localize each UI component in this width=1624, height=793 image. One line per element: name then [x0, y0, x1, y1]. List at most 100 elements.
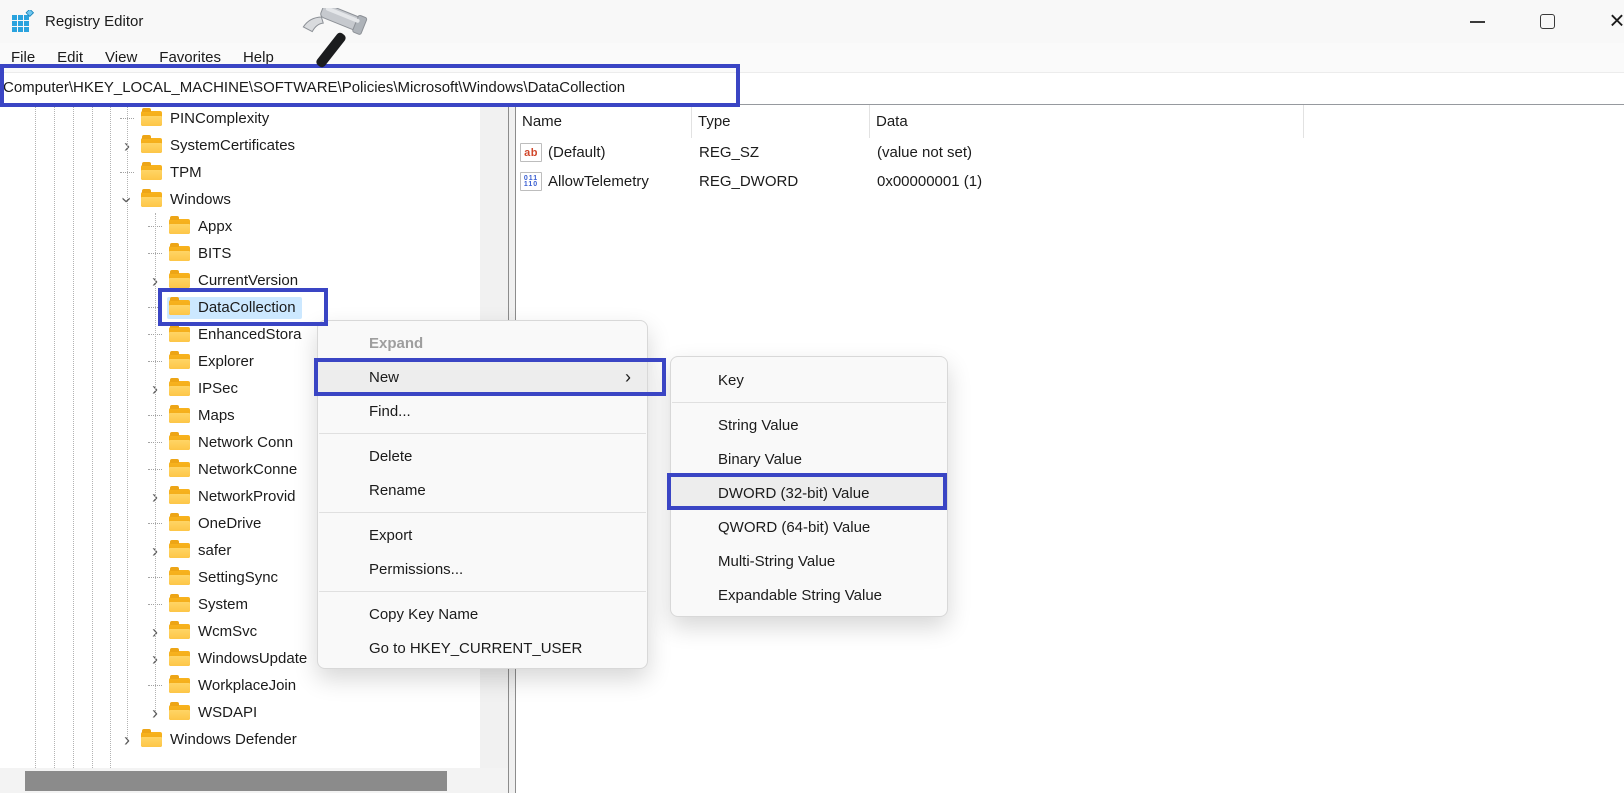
horizontal-scrollbar-thumb[interactable] [25, 771, 447, 791]
maximize-button[interactable] [1512, 0, 1582, 43]
tree-item-tpm[interactable]: TPM [0, 159, 480, 186]
tree-item-content: EnhancedStora [167, 324, 307, 346]
menu-item-label: Multi-String Value [718, 553, 835, 570]
context-menu-item-copy-key-name[interactable]: Copy Key Name [318, 597, 647, 631]
tree-item-datacollection[interactable]: DataCollection [0, 294, 480, 321]
context-menu-item-delete[interactable]: Delete [318, 439, 647, 473]
tree-item-content: TPM [139, 162, 208, 184]
tree-item-label: OneDrive [198, 515, 261, 532]
tree-item-label: Appx [198, 218, 232, 235]
menu-item-label: Expandable String Value [718, 587, 882, 604]
chevron-down-icon[interactable]: › [118, 188, 136, 212]
folder-icon [169, 597, 190, 612]
menu-separator [319, 591, 646, 592]
submenu-item-key[interactable]: Key [671, 363, 947, 397]
tree-item-label: SystemCertificates [170, 137, 295, 154]
tree-item-label: BITS [198, 245, 231, 262]
menu-separator [319, 512, 646, 513]
context-menu-item-find[interactable]: Find... [318, 394, 647, 428]
tree-item-label: DataCollection [198, 299, 296, 316]
tree-item-bits[interactable]: BITS [0, 240, 480, 267]
tree-item-pincomplexity[interactable]: PINComplexity [0, 105, 480, 132]
tree-item-content: IPSec [167, 378, 244, 400]
value-name-cell: ab(Default) [516, 143, 692, 162]
tree-item-appx[interactable]: Appx [0, 213, 480, 240]
submenu-item-multi-string-value[interactable]: Multi-String Value [671, 544, 947, 578]
menu-favorites[interactable]: Favorites [148, 46, 232, 69]
submenu-item-string-value[interactable]: String Value [671, 408, 947, 442]
tree-item-label: Network Conn [198, 434, 293, 451]
value-name: AllowTelemetry [548, 173, 649, 190]
tree-item-wsdapi[interactable]: ›WSDAPI [0, 699, 480, 726]
menu-separator [319, 433, 646, 434]
value-data: 0x00000001 (1) [870, 173, 1304, 190]
menu-file[interactable]: File [0, 46, 46, 69]
tree-item-label: WindowsUpdate [198, 650, 307, 667]
menu-item-label: New [369, 369, 399, 386]
context-menu-item-expand[interactable]: Expand [318, 326, 647, 360]
submenu-item-expandable-string-value[interactable]: Expandable String Value [671, 578, 947, 612]
tree-item-systemcertificates[interactable]: ›SystemCertificates [0, 132, 480, 159]
context-menu: ExpandNew›Find... Delete Rename Export Permi… [317, 320, 648, 669]
address-bar[interactable]: Computer\HKEY_LOCAL_MACHINE\SOFTWARE\Pol… [0, 72, 1624, 106]
column-header-name[interactable]: Name [516, 105, 692, 138]
menu-item-label: Rename [369, 482, 426, 499]
horizontal-scrollbar[interactable] [0, 768, 516, 793]
tree-item-windows[interactable]: ›Windows [0, 186, 480, 213]
title-bar: Registry Editor × [0, 0, 1624, 43]
menu-item-label: Go to HKEY_CURRENT_USER [369, 640, 582, 657]
submenu-item-qword-64-bit-value[interactable]: QWORD (64-bit) Value [671, 510, 947, 544]
context-menu-item-go-to-hkey-current-user[interactable]: Go to HKEY_CURRENT_USER [318, 631, 647, 665]
menu-item-label: Key [718, 372, 744, 389]
folder-icon [169, 246, 190, 261]
menu-bar: FileEditViewFavoritesHelp [0, 43, 1624, 72]
value-name-cell: 011110AllowTelemetry [516, 172, 692, 191]
menu-item-label: Copy Key Name [369, 606, 478, 623]
tree-item-windows-defender[interactable]: ›Windows Defender [0, 726, 480, 753]
tree-item-content: CurrentVersion [167, 270, 304, 292]
context-menu-item-export[interactable]: Export [318, 518, 647, 552]
tree-guide-line [92, 105, 93, 768]
tree-item-label: SettingSync [198, 569, 278, 586]
menu-item-label: Permissions... [369, 561, 463, 578]
tree-item-currentversion[interactable]: ›CurrentVersion [0, 267, 480, 294]
value-type: REG_SZ [692, 144, 870, 161]
column-header-empty [1304, 105, 1624, 138]
tree-item-workplacejoin[interactable]: WorkplaceJoin [0, 672, 480, 699]
maximize-icon [1540, 14, 1555, 29]
tree-item-label: safer [198, 542, 231, 559]
submenu-item-dword-32-bit-value[interactable]: DWORD (32-bit) Value [671, 476, 947, 510]
folder-icon [169, 516, 190, 531]
tree-item-content: Explorer [167, 351, 260, 373]
folder-icon [169, 705, 190, 720]
folder-icon [169, 678, 190, 693]
tree-guide-line [110, 105, 111, 768]
tree-item-label: Windows Defender [170, 731, 297, 748]
folder-icon [169, 327, 190, 342]
close-button[interactable]: × [1582, 0, 1624, 43]
column-header-data[interactable]: Data [870, 105, 1304, 138]
tree-item-label: NetworkConne [198, 461, 297, 478]
tree-item-content: Appx [167, 216, 238, 238]
context-menu-item-permissions[interactable]: Permissions... [318, 552, 647, 586]
tree-item-content: WcmSvc [167, 621, 263, 643]
tree-item-content: OneDrive [167, 513, 267, 535]
minimize-button[interactable] [1442, 0, 1512, 43]
registry-editor-window: Registry Editor × FileEditViewFavoritesH… [0, 0, 1624, 793]
menu-edit[interactable]: Edit [46, 46, 94, 69]
column-header-type[interactable]: Type [692, 105, 870, 138]
menu-item-label: String Value [718, 417, 799, 434]
menu-view[interactable]: View [94, 46, 148, 69]
folder-icon [169, 462, 190, 477]
context-menu-item-rename[interactable]: Rename [318, 473, 647, 507]
tree-guide-line [73, 105, 74, 768]
tree-item-content: WindowsUpdate [167, 648, 313, 670]
tree-item-content: Windows [139, 189, 237, 211]
submenu-item-binary-value[interactable]: Binary Value [671, 442, 947, 476]
tree-item-content: System [167, 594, 254, 616]
registry-value-row[interactable]: ab(Default)REG_SZ(value not set) [516, 138, 1624, 167]
registry-value-row[interactable]: 011110AllowTelemetryREG_DWORD0x00000001 … [516, 167, 1624, 196]
context-menu-item-new[interactable]: New› [318, 360, 647, 394]
menu-help[interactable]: Help [232, 46, 285, 69]
folder-icon [141, 138, 162, 153]
